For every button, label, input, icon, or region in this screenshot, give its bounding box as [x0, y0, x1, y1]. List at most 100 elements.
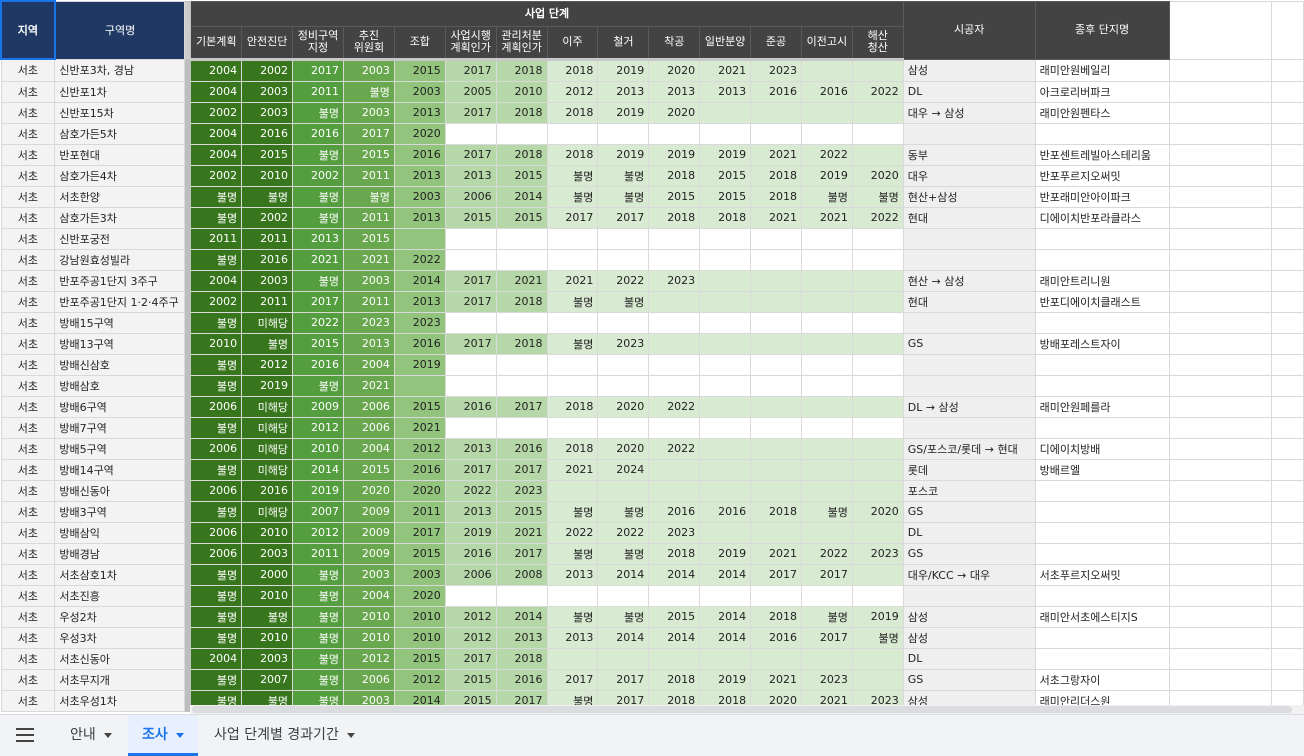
- cell-final-name[interactable]: [1034, 227, 1170, 250]
- data-table[interactable]: 지역 구역명 사업 단계 시공자 종후 단지명 기본계획 안전진단 정비구역 지정 추…: [0, 0, 1304, 712]
- cell-stage-4[interactable]: 2022: [393, 248, 446, 271]
- empty-cell[interactable]: [1270, 605, 1304, 628]
- cell-stage-6[interactable]: 2017: [495, 542, 548, 565]
- cell-stage-6[interactable]: 2018: [495, 290, 548, 313]
- cell-district-name[interactable]: 방배15구역: [54, 311, 186, 334]
- cell-stage-1[interactable]: 불명: [241, 185, 294, 208]
- cell-stage-0[interactable]: 불명: [190, 668, 243, 691]
- cell-stage-2[interactable]: 불명: [292, 101, 344, 124]
- empty-cell[interactable]: [1270, 290, 1304, 313]
- header-stage-13[interactable]: 해산 청산: [851, 25, 904, 61]
- cell-stage-4[interactable]: 2016: [393, 143, 446, 166]
- cell-stage-4[interactable]: 2010: [393, 626, 446, 649]
- cell-stage-7[interactable]: [546, 479, 599, 502]
- cell-district-name[interactable]: 신반포3차, 경남: [54, 58, 186, 82]
- cell-stage-7[interactable]: 불명: [546, 500, 599, 523]
- cell-stage-2[interactable]: 2012: [292, 521, 344, 544]
- table-row[interactable]: 서초 방배신동아 2006 2016 2019 2020 2020 2022 2023 포스코: [0, 479, 1304, 502]
- cell-stage-13[interactable]: 2022: [851, 206, 904, 229]
- cell-stage-4[interactable]: 2013: [393, 101, 446, 124]
- cell-district-name[interactable]: 방배신동아: [54, 479, 186, 502]
- cell-stage-4[interactable]: 2016: [393, 332, 446, 355]
- cell-stage-6[interactable]: [495, 122, 548, 145]
- cell-stage-10[interactable]: [699, 101, 752, 124]
- cell-stage-2[interactable]: 2021: [292, 248, 344, 271]
- cell-final-name[interactable]: 아크로리버파크: [1034, 80, 1170, 103]
- cell-stage-13[interactable]: [851, 248, 904, 271]
- cell-stage-13[interactable]: [851, 332, 904, 355]
- cell-district-name[interactable]: 방배3구역: [54, 500, 186, 523]
- cell-stage-3[interactable]: 2023: [342, 311, 395, 334]
- cell-stage-13[interactable]: [851, 58, 904, 82]
- cell-stage-3[interactable]: 2003: [342, 58, 395, 82]
- empty-cell[interactable]: [1270, 479, 1304, 502]
- empty-cell[interactable]: [1270, 416, 1304, 439]
- cell-stage-4[interactable]: [393, 374, 446, 397]
- cell-stage-0[interactable]: 불명: [190, 185, 243, 208]
- chevron-down-icon[interactable]: [103, 732, 112, 738]
- cell-stage-1[interactable]: 2003: [241, 269, 294, 292]
- cell-final-name[interactable]: [1034, 374, 1170, 397]
- table-row[interactable]: 서초 서초신동아 2004 2003 불명 2012 2015 2017 2018 DL: [0, 647, 1304, 670]
- cell-stage-10[interactable]: [699, 311, 752, 334]
- cell-stage-8[interactable]: [597, 374, 650, 397]
- cell-stage-4[interactable]: 2015: [393, 647, 446, 670]
- cell-stage-2[interactable]: 2011: [292, 80, 344, 103]
- cell-region[interactable]: 서초: [0, 374, 56, 397]
- empty-cell[interactable]: [1270, 227, 1304, 250]
- cell-stage-8[interactable]: 2020: [597, 395, 650, 418]
- cell-stage-4[interactable]: 2019: [393, 353, 446, 376]
- cell-stage-6[interactable]: 2018: [495, 101, 548, 124]
- cell-stage-9[interactable]: 2014: [648, 626, 701, 649]
- cell-stage-5[interactable]: 2017: [444, 58, 497, 82]
- cell-final-name[interactable]: [1034, 479, 1170, 502]
- cell-contractor[interactable]: 동부: [902, 143, 1036, 166]
- cell-region[interactable]: 서초: [0, 353, 56, 376]
- cell-stage-1[interactable]: 2003: [241, 101, 294, 124]
- cell-stage-7[interactable]: 2018: [546, 143, 599, 166]
- cell-stage-2[interactable]: 2017: [292, 290, 344, 313]
- empty-cell[interactable]: [1270, 143, 1304, 166]
- cell-stage-0[interactable]: 2004: [190, 58, 243, 82]
- cell-district-name[interactable]: 방배삼호: [54, 374, 186, 397]
- cell-stage-2[interactable]: 불명: [292, 143, 344, 166]
- empty-cell[interactable]: [1168, 374, 1272, 397]
- cell-stage-7[interactable]: [546, 353, 599, 376]
- cell-stage-11[interactable]: 2016: [750, 626, 802, 649]
- cell-stage-6[interactable]: 2014: [495, 605, 548, 628]
- cell-stage-8[interactable]: 2022: [597, 269, 650, 292]
- cell-stage-4[interactable]: 2016: [393, 458, 446, 481]
- cell-contractor[interactable]: [902, 227, 1036, 250]
- cell-stage-7[interactable]: [546, 374, 599, 397]
- cell-stage-8[interactable]: [597, 647, 650, 670]
- cell-district-name[interactable]: 반포주공1단지 1·2·4주구: [54, 290, 186, 313]
- cell-stage-11[interactable]: [750, 374, 802, 397]
- cell-stage-4[interactable]: 2015: [393, 395, 446, 418]
- table-row[interactable]: 서초 방배15구역 불명 미해당 2022 2023 2023: [0, 311, 1304, 334]
- empty-cell[interactable]: [1168, 395, 1272, 418]
- cell-stage-12[interactable]: [800, 353, 853, 376]
- header-region[interactable]: 지역: [0, 0, 56, 60]
- cell-stage-7[interactable]: 불명: [546, 542, 599, 565]
- header-stage-5[interactable]: 사업시행 계획인가: [444, 25, 497, 61]
- cell-final-name[interactable]: 반포센트레빌아스테리움: [1034, 143, 1170, 166]
- cell-stage-4[interactable]: 2020: [393, 479, 446, 502]
- cell-stage-11[interactable]: [750, 101, 802, 124]
- cell-stage-5[interactable]: [444, 584, 497, 607]
- cell-stage-11[interactable]: [750, 647, 802, 670]
- cell-stage-3[interactable]: 2006: [342, 668, 395, 691]
- cell-stage-9[interactable]: [648, 248, 701, 271]
- cell-district-name[interactable]: 신반포궁전: [54, 227, 186, 250]
- cell-stage-9[interactable]: [648, 584, 701, 607]
- header-stage-7[interactable]: 이주: [546, 25, 599, 61]
- cell-stage-1[interactable]: 2003: [241, 647, 294, 670]
- cell-stage-1[interactable]: 미해당: [241, 500, 294, 523]
- cell-region[interactable]: 서초: [0, 584, 56, 607]
- table-row[interactable]: 서초 삼호가든5차 2004 2016 2016 2017 2020: [0, 122, 1304, 145]
- cell-stage-13[interactable]: [851, 563, 904, 586]
- cell-stage-3[interactable]: 2015: [342, 458, 395, 481]
- cell-stage-9[interactable]: 2020: [648, 58, 701, 82]
- cell-stage-10[interactable]: [699, 437, 752, 460]
- cell-stage-11[interactable]: 2017: [750, 563, 802, 586]
- cell-stage-13[interactable]: 2023: [851, 542, 904, 565]
